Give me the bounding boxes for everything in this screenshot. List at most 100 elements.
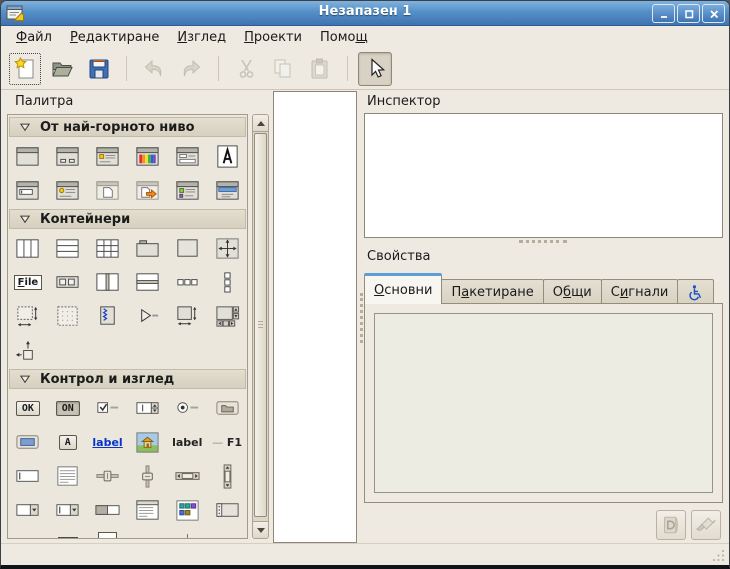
palette-section-controls[interactable]: Контрол и изглед bbox=[9, 369, 246, 389]
palette-item-scrolled-window[interactable] bbox=[8, 299, 48, 333]
new-button[interactable] bbox=[8, 52, 42, 86]
menu-file[interactable]: Файл bbox=[7, 28, 61, 47]
resize-grip[interactable] bbox=[711, 548, 725, 562]
copy-button[interactable] bbox=[266, 52, 300, 86]
palette-item-toolbar[interactable] bbox=[48, 265, 88, 299]
palette-item-radio-button[interactable] bbox=[167, 391, 207, 425]
tab-signals[interactable]: Сигнали bbox=[601, 279, 679, 304]
palette-item-text-view[interactable] bbox=[48, 459, 88, 493]
palette-item-table[interactable] bbox=[88, 231, 128, 265]
horizontal-pane-handle[interactable] bbox=[519, 240, 567, 246]
selector-button[interactable] bbox=[358, 52, 392, 86]
menu-view[interactable]: Изглед bbox=[168, 28, 235, 47]
palette-item-menubar[interactable]: File bbox=[8, 265, 48, 299]
palette-item-spin-button[interactable] bbox=[127, 391, 167, 425]
palette-item-link-button[interactable]: label bbox=[88, 425, 128, 459]
palette-item-combo-box-entry[interactable] bbox=[48, 493, 88, 527]
undo-button[interactable] bbox=[137, 52, 171, 86]
scrollbar-thumb[interactable] bbox=[254, 133, 267, 517]
tab-common[interactable]: Общи bbox=[543, 279, 602, 304]
palette-item-frame[interactable] bbox=[167, 231, 207, 265]
palette-item-viewport[interactable] bbox=[48, 299, 88, 333]
cut-button[interactable] bbox=[229, 52, 263, 86]
palette-item-image[interactable] bbox=[127, 425, 167, 459]
edit-style-button[interactable] bbox=[691, 510, 721, 540]
palette-item-file-chooser-button[interactable] bbox=[207, 391, 247, 425]
palette-item-assistant[interactable] bbox=[207, 173, 247, 207]
palette-item-check-button[interactable] bbox=[88, 391, 128, 425]
palette-item-scrolled-layout[interactable] bbox=[207, 299, 247, 333]
palette-item-input-dialog[interactable] bbox=[8, 173, 48, 207]
tab-accessibility[interactable] bbox=[677, 279, 714, 304]
palette-section-toplevel[interactable]: От най-горното ниво bbox=[9, 117, 246, 137]
palette-item-entry[interactable] bbox=[8, 459, 48, 493]
close-icon bbox=[709, 9, 719, 19]
palette-section-containers[interactable]: Контейнери bbox=[9, 209, 246, 229]
palette-item-color-selection-dialog[interactable] bbox=[127, 139, 167, 173]
palette-item-recent-chooser-dialog[interactable] bbox=[127, 173, 167, 207]
dialog-icon bbox=[54, 143, 81, 170]
palette-item-color-button[interactable] bbox=[8, 425, 48, 459]
palette-item-accel-label[interactable]: — F1 bbox=[207, 425, 247, 459]
inspector-tree[interactable] bbox=[364, 113, 723, 238]
palette-item-hbox[interactable] bbox=[8, 231, 48, 265]
menu-projects[interactable]: Проекти bbox=[235, 28, 311, 47]
palette-item-vscale[interactable] bbox=[127, 459, 167, 493]
scroll-up-button[interactable] bbox=[253, 115, 268, 132]
tab-general[interactable]: Основни bbox=[364, 273, 442, 304]
open-button[interactable] bbox=[45, 52, 79, 86]
redo-button[interactable] bbox=[174, 52, 208, 86]
palette-item-hscrollbar[interactable] bbox=[167, 459, 207, 493]
palette-item-list-dialog[interactable] bbox=[167, 173, 207, 207]
palette-item-progress-bar[interactable] bbox=[88, 493, 128, 527]
menu-edit[interactable]: Редактиране bbox=[61, 28, 168, 47]
palette-item-font-selection-dialog[interactable] bbox=[207, 139, 247, 173]
status-bar bbox=[1, 543, 729, 565]
palette-item-fixed[interactable] bbox=[207, 231, 247, 265]
palette-item-vbox[interactable] bbox=[48, 231, 88, 265]
title-bar[interactable]: Незапазен 1 bbox=[1, 1, 729, 26]
palette-scrollbar[interactable] bbox=[252, 114, 269, 539]
documentation-button[interactable] bbox=[656, 510, 686, 540]
tab-packing[interactable]: Пакетиране bbox=[441, 279, 543, 304]
hscrollbar-icon bbox=[174, 463, 201, 490]
menu-bar: Файл Редактиране Изглед Проекти Помощ bbox=[1, 26, 729, 48]
menu-help[interactable]: Помощ bbox=[311, 28, 377, 47]
palette-item-cell-view[interactable] bbox=[207, 493, 247, 527]
palette-item-label[interactable]: label bbox=[167, 425, 207, 459]
save-button[interactable] bbox=[82, 52, 116, 86]
palette-item-layout[interactable] bbox=[167, 299, 207, 333]
palette-item-button[interactable]: OK bbox=[8, 391, 48, 425]
palette-item-notebook[interactable] bbox=[127, 231, 167, 265]
palette-item-combo-box[interactable] bbox=[8, 493, 48, 527]
palette-item-about-dialog[interactable] bbox=[48, 173, 88, 207]
palette-item-vbutton-box[interactable] bbox=[207, 265, 247, 299]
design-canvas[interactable] bbox=[273, 91, 357, 543]
palette-item-icon-view[interactable] bbox=[167, 493, 207, 527]
palette-item-expander[interactable] bbox=[127, 299, 167, 333]
maximize-button[interactable] bbox=[677, 4, 700, 23]
paste-button[interactable] bbox=[303, 52, 337, 86]
palette-item-hscale[interactable] bbox=[88, 459, 128, 493]
palette-item-hpaned[interactable] bbox=[88, 265, 128, 299]
palette-item-window[interactable] bbox=[8, 139, 48, 173]
palette-item-file-selection-dialog[interactable] bbox=[167, 139, 207, 173]
palette-item-toggle-button[interactable]: ON bbox=[48, 391, 88, 425]
color-button-icon bbox=[14, 429, 41, 456]
minimize-button[interactable] bbox=[652, 4, 675, 23]
palette-item-file-chooser-widget[interactable] bbox=[88, 173, 128, 207]
palette-item-tree-view[interactable] bbox=[127, 493, 167, 527]
palette-item-font-button[interactable]: A bbox=[48, 425, 88, 459]
palette-item-alignment[interactable] bbox=[8, 333, 48, 367]
palette-item-handle-box[interactable] bbox=[88, 299, 128, 333]
palette-item-hbutton-box[interactable] bbox=[167, 265, 207, 299]
palette-item-dialog[interactable] bbox=[48, 139, 88, 173]
input-dialog-icon bbox=[14, 177, 41, 204]
palette-item-message-dialog[interactable] bbox=[88, 139, 128, 173]
palette-item-vpaned[interactable] bbox=[127, 265, 167, 299]
expander-open-icon bbox=[19, 374, 31, 384]
close-button[interactable] bbox=[702, 4, 725, 23]
palette-item-vscrollbar[interactable] bbox=[207, 459, 247, 493]
scroll-down-button[interactable] bbox=[253, 521, 268, 538]
thumb-grip-icon bbox=[258, 321, 263, 328]
